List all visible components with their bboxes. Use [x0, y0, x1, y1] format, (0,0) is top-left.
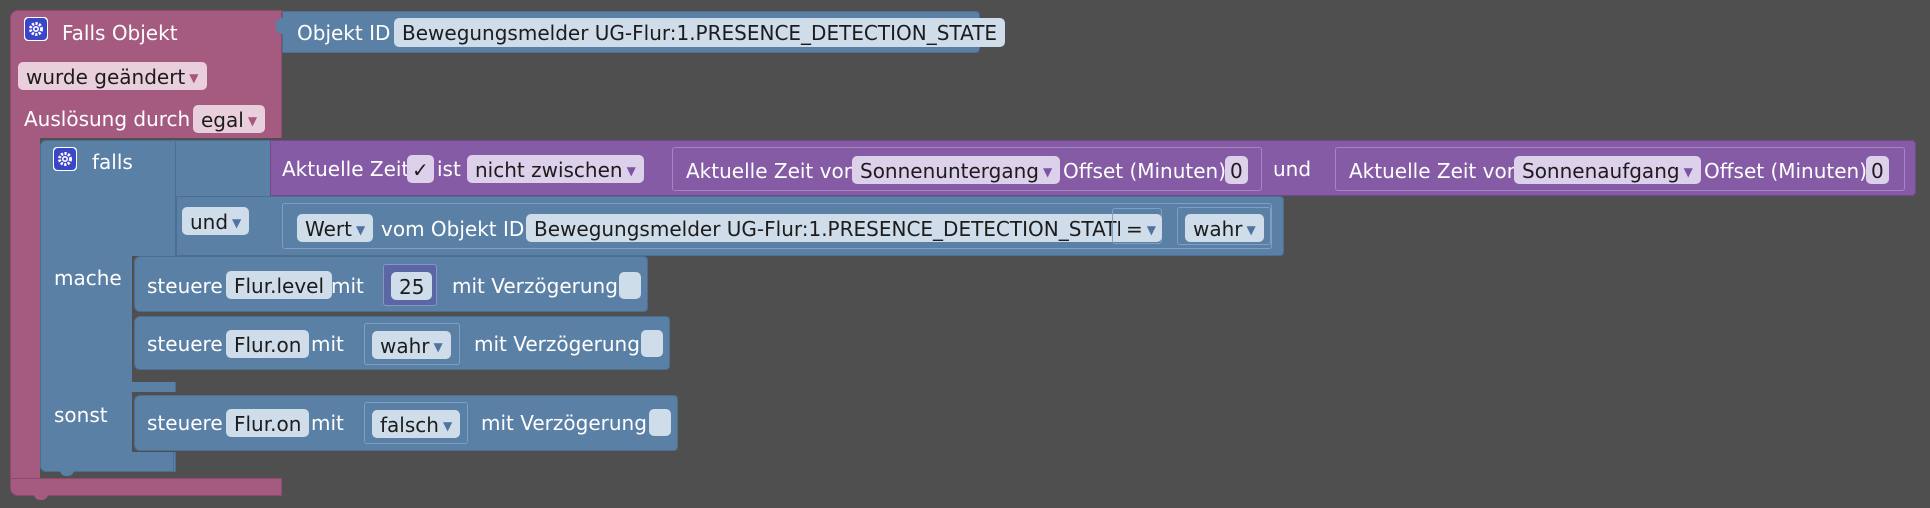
change-mode-dropdown[interactable]: wurde geändert ▼	[18, 62, 207, 90]
triangle-down-icon: ▼	[189, 71, 199, 85]
action-value: wahr	[380, 334, 430, 358]
trigger-label: Auslösung durch	[24, 107, 191, 131]
compare-object-id-field[interactable]: Bewegungsmelder UG-Flur:1.PRESENCE_DETEC…	[526, 214, 1138, 242]
delay-checkbox[interactable]	[649, 409, 671, 436]
time-from-event-value: Sonnenuntergang	[860, 159, 1039, 183]
action-target-field[interactable]: Flur.on	[226, 330, 310, 358]
comparison-dropdown[interactable]: nicht zwischen ▼	[467, 155, 644, 183]
trigger-dropdown[interactable]: egal ▼	[193, 105, 266, 133]
action-value-dropdown[interactable]: falsch ▼	[372, 410, 461, 438]
trigger-value: egal	[201, 108, 244, 132]
if-block-foot	[40, 452, 174, 472]
compare-value-value: wahr	[1193, 217, 1243, 241]
if-label: falls	[92, 150, 133, 174]
delay-checkbox[interactable]	[641, 330, 663, 357]
operator-dropdown[interactable]: = ▼	[1120, 214, 1162, 242]
action-verb: steuere	[147, 274, 223, 298]
triangle-down-icon: ▼	[1246, 223, 1256, 237]
triangle-down-icon: ▼	[1683, 165, 1693, 179]
time-from-offset-value: 0	[1230, 159, 1243, 183]
event-block-left-strip	[10, 138, 40, 478]
triangle-down-icon: ▼	[1146, 223, 1156, 237]
time-to-offset-field[interactable]: 0	[1866, 156, 1889, 184]
change-mode-value: wurde geändert	[26, 65, 186, 89]
is-label: ist	[437, 157, 461, 181]
action-value-dropdown[interactable]: wahr ▼	[372, 331, 451, 359]
event-block-title: Falls Objekt	[62, 21, 178, 45]
value-dropdown-value: Wert	[305, 217, 352, 241]
logic-operator-value: und	[190, 210, 229, 234]
time-to-offset-value: 0	[1871, 159, 1884, 183]
of-object-label: vom Objekt ID	[381, 217, 525, 241]
current-time-label: Aktuelle Zeit	[282, 157, 410, 181]
time-to-label: Aktuelle Zeit von	[1349, 159, 1520, 183]
action-with-label: mit	[331, 274, 364, 298]
action-target-value: Flur.level	[234, 274, 325, 298]
triangle-down-icon: ▼	[433, 340, 443, 354]
time-checkbox[interactable]: ✓	[407, 155, 434, 183]
action-verb: steuere	[147, 411, 223, 435]
action-delay-label: mit Verzögerung	[481, 411, 647, 435]
check-icon: ✓	[412, 158, 429, 182]
time-from-offset-label: Offset (Minuten)	[1063, 159, 1227, 183]
time-to-event-dropdown[interactable]: Sonnenaufgang ▼	[1514, 156, 1701, 184]
triangle-down-icon: ▼	[626, 164, 636, 178]
action-with-label: mit	[311, 411, 344, 435]
comparison-value: nicht zwischen	[475, 158, 623, 182]
object-id-value: Bewegungsmelder UG-Flur:1.PRESENCE_DETEC…	[402, 21, 998, 45]
else-label: sonst	[54, 403, 108, 427]
triangle-down-icon: ▼	[355, 223, 366, 237]
action-delay-label: mit Verzögerung	[452, 274, 618, 298]
triangle-down-icon: ▼	[247, 114, 258, 128]
triangle-down-icon: ▼	[1042, 165, 1053, 179]
object-id-label: Objekt ID	[297, 21, 391, 45]
time-and-label: und	[1273, 157, 1312, 181]
operator-value: =	[1126, 217, 1143, 241]
action-value: 25	[399, 275, 425, 299]
time-to-event-value: Sonnenaufgang	[1522, 159, 1680, 183]
time-from-offset-field[interactable]: 0	[1225, 156, 1248, 184]
logic-operator-dropdown[interactable]: und ▼	[182, 207, 250, 235]
compare-object-id-value: Bewegungsmelder UG-Flur:1.PRESENCE_DETEC…	[534, 217, 1130, 241]
time-from-label: Aktuelle Zeit von	[686, 159, 857, 183]
gear-icon[interactable]	[24, 17, 48, 41]
action-value-field[interactable]: 25	[391, 272, 433, 300]
action-target-field[interactable]: Flur.on	[226, 409, 310, 437]
action-value: falsch	[380, 413, 439, 437]
action-delay-label: mit Verzögerung	[474, 332, 640, 356]
compare-value-dropdown[interactable]: wahr ▼	[1185, 214, 1264, 242]
puzzle-connector	[276, 18, 284, 34]
action-target-value: Flur.on	[234, 412, 302, 436]
action-verb: steuere	[147, 332, 223, 356]
delay-checkbox[interactable]	[619, 272, 641, 299]
value-dropdown[interactable]: Wert ▼	[297, 214, 374, 242]
object-id-field[interactable]: Bewegungsmelder UG-Flur:1.PRESENCE_DETEC…	[394, 18, 1006, 47]
triangle-down-icon: ▼	[232, 216, 242, 230]
event-block-bottom	[10, 478, 282, 496]
action-with-label: mit	[311, 332, 344, 356]
do-label: mache	[54, 266, 122, 290]
triangle-down-icon: ▼	[442, 419, 453, 433]
action-target-value: Flur.on	[234, 333, 302, 357]
action-target-field[interactable]: Flur.level	[226, 271, 333, 299]
event-block-bottom-notch	[34, 494, 48, 500]
time-to-offset-label: Offset (Minuten)	[1704, 159, 1868, 183]
gear-icon[interactable]	[53, 147, 77, 171]
time-from-event-dropdown[interactable]: Sonnenuntergang ▼	[852, 156, 1061, 184]
